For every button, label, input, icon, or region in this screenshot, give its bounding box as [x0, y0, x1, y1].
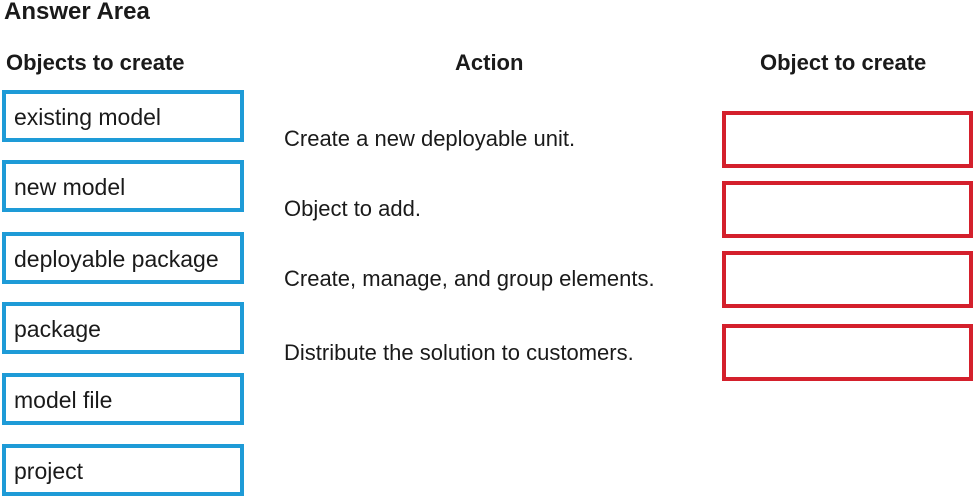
drop-target-3[interactable] — [722, 251, 973, 308]
option-label: deployable package — [14, 246, 219, 272]
option-label: new model — [14, 174, 126, 200]
action-label: Create, manage, and group elements. — [284, 266, 655, 291]
action-column-header: Action — [455, 50, 524, 75]
option-label: package — [14, 316, 101, 342]
action-label: Create a new deployable unit. — [284, 126, 576, 151]
action-label: Distribute the solution to customers. — [284, 340, 634, 365]
option-label: model file — [14, 387, 113, 413]
option-label: project — [14, 458, 84, 484]
target-column-header: Object to create — [760, 50, 927, 75]
action-label: Object to add. — [284, 196, 421, 221]
drop-target-2[interactable] — [722, 181, 973, 238]
option-existing-model[interactable]: existing model — [2, 90, 244, 142]
drop-target-4[interactable] — [722, 324, 973, 381]
answer-area-title: Answer Area — [4, 0, 150, 25]
drop-target-1[interactable] — [722, 111, 973, 168]
objects-column-header: Objects to create — [6, 50, 185, 75]
option-package[interactable]: package — [2, 302, 244, 354]
option-deployable-package[interactable]: deployable package — [2, 232, 244, 284]
option-model-file[interactable]: model file — [2, 373, 244, 425]
option-project[interactable]: project — [2, 444, 244, 496]
option-label: existing model — [14, 104, 162, 130]
option-new-model[interactable]: new model — [2, 160, 244, 212]
